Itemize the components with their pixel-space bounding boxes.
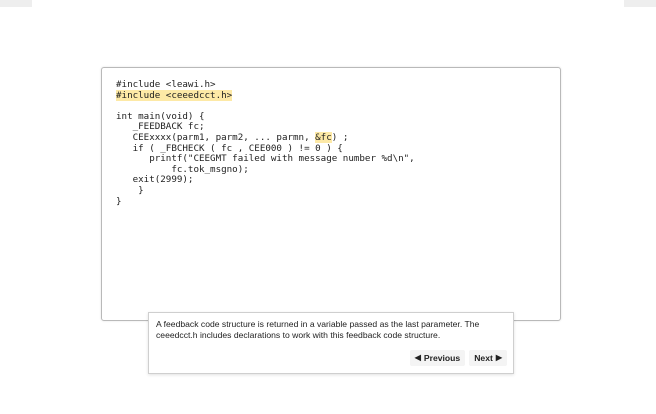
next-label: Next — [474, 353, 493, 363]
code-text: exit(2999); — [116, 174, 194, 186]
code-text: printf("CEEGMT failed with message numbe… — [116, 153, 415, 165]
code-line: #include <ceeedcct.h> — [116, 89, 415, 102]
code-text: if ( _FBCHECK ( fc , CEE000 ) != 0 ) { — [116, 142, 343, 154]
tutorial-page: #include <leawi.h> #include <ceeedcct.h> i… — [0, 0, 656, 414]
code-text: } — [116, 184, 144, 196]
code-text: } — [116, 195, 122, 207]
code-text: _FEEDBACK fc; — [116, 121, 205, 133]
code-text: #include <leawi.h> — [116, 79, 216, 90]
arrow-left-icon: ◀ — [414, 353, 421, 362]
code-highlight: #include <ceeedcct.h> — [116, 89, 233, 101]
tip-navigation: ◀ Previous Next ▶ — [409, 350, 507, 366]
previous-label: Previous — [423, 353, 461, 363]
code-highlight: &fc — [315, 131, 332, 143]
corner-tab-right — [624, 0, 656, 7]
code-line: #include <leawi.h> — [116, 79, 415, 91]
code-text: CEExxxx(parm1, parm2, ... parmn, — [116, 131, 316, 143]
next-button[interactable]: Next ▶ — [469, 350, 507, 366]
code-line: } — [116, 195, 415, 208]
code-text: ) ; — [331, 131, 349, 143]
code-text: int main(void) { — [116, 110, 205, 122]
tip-box: A feedback code structure is returned in… — [148, 312, 514, 374]
tip-text: A feedback code structure is returned in… — [156, 319, 480, 340]
code-line: } — [116, 184, 415, 197]
code-panel: #include <leawi.h> #include <ceeedcct.h> i… — [101, 67, 561, 321]
code-text: fc.tok_msgno); — [116, 163, 249, 175]
arrow-right-icon: ▶ — [495, 353, 502, 362]
previous-button[interactable]: ◀ Previous — [409, 350, 466, 366]
code-line: exit(2999); — [116, 175, 415, 186]
corner-tab-left — [0, 0, 32, 7]
code-listing: #include <leawi.h> #include <ceeedcct.h> i… — [116, 79, 415, 208]
